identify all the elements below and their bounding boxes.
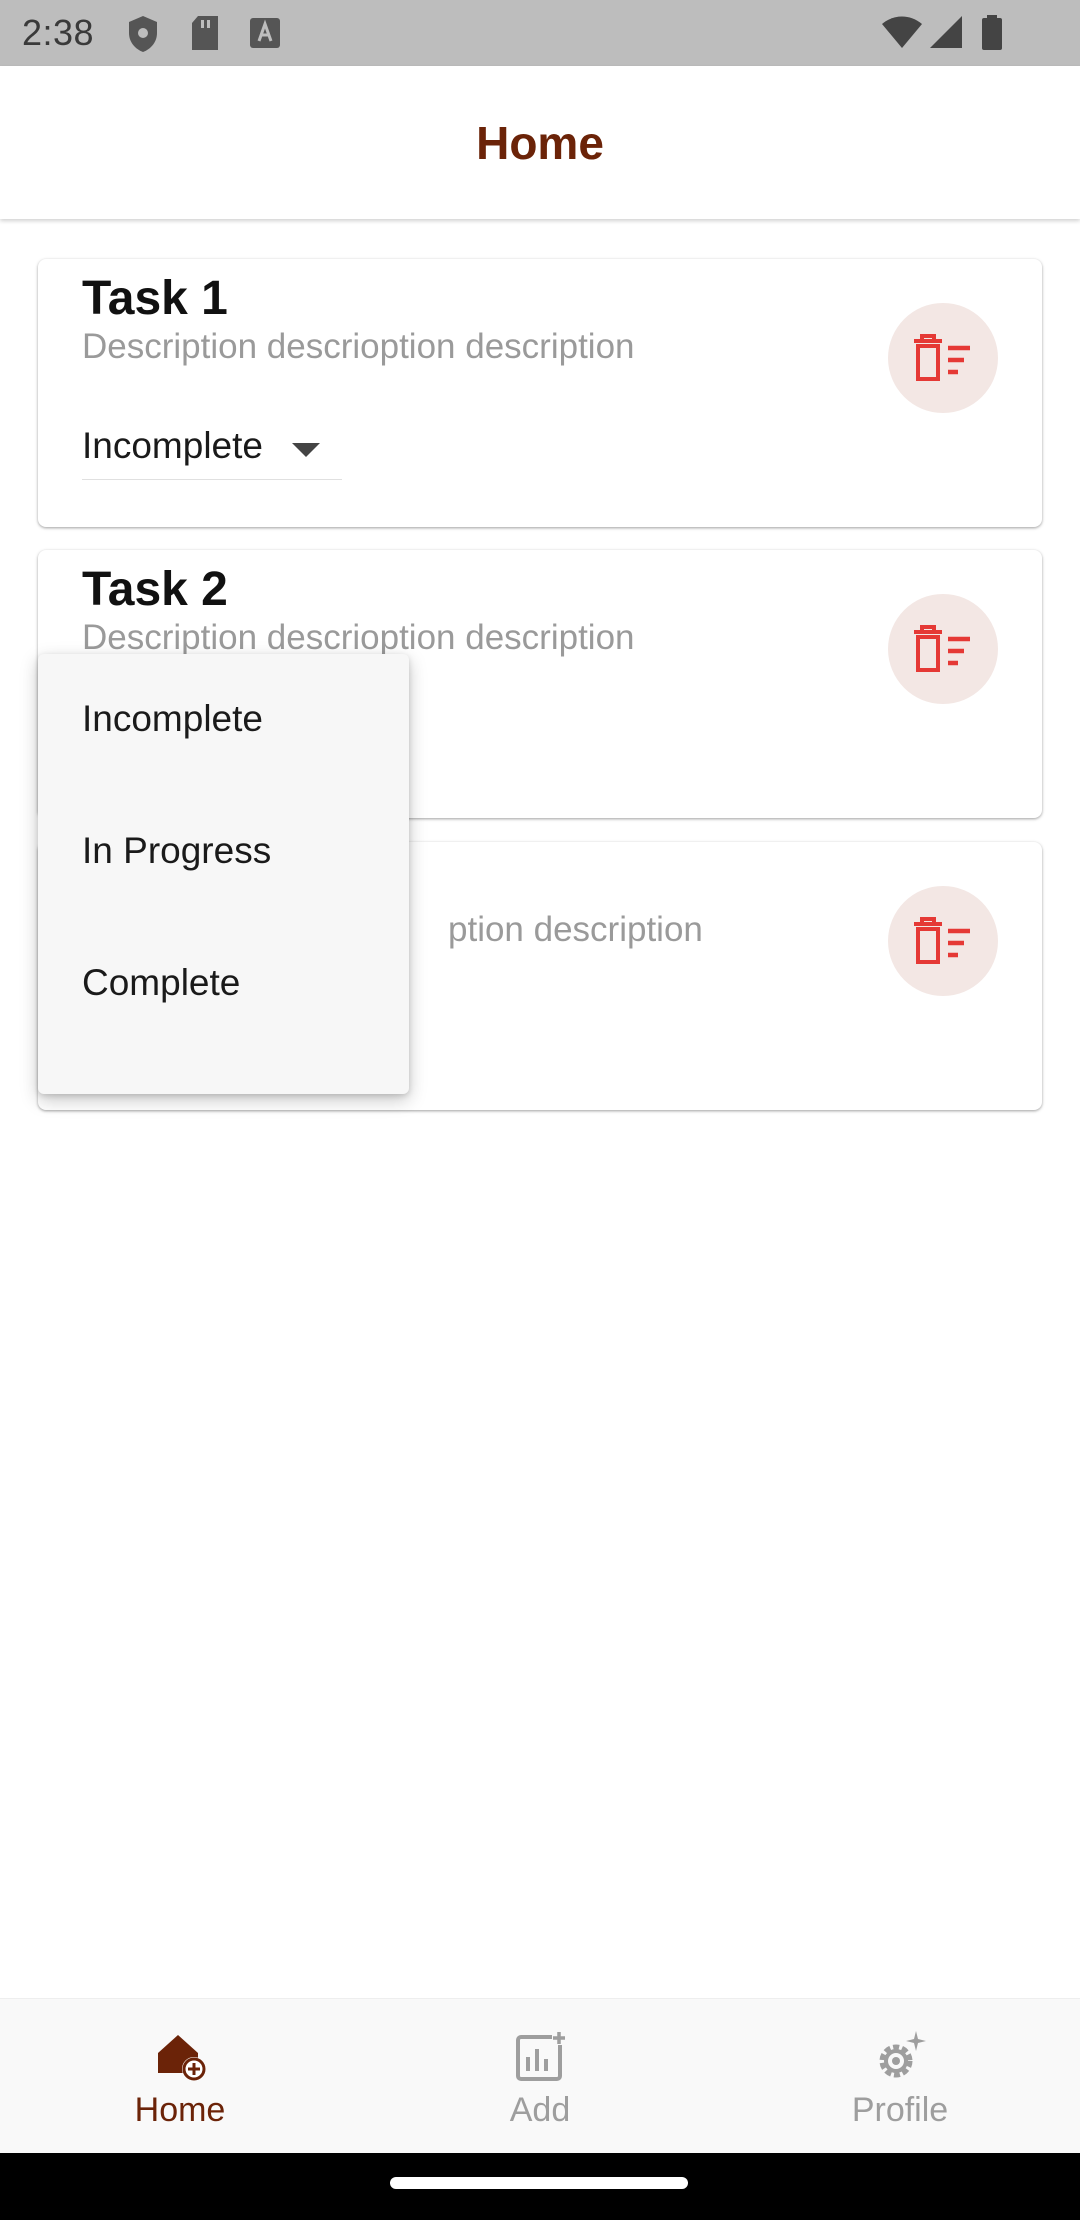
nav-label: Home bbox=[134, 2091, 226, 2129]
task-description: Description descrioption description bbox=[82, 618, 635, 657]
menu-item-in-progress[interactable]: In Progress bbox=[38, 786, 409, 918]
signal-icon bbox=[928, 14, 964, 55]
nav-item-add[interactable]: Add bbox=[360, 1999, 720, 2154]
status-dropdown[interactable]: Incomplete bbox=[82, 417, 342, 480]
delete-task-button[interactable] bbox=[888, 886, 998, 996]
task-title: Task 1 bbox=[82, 272, 228, 325]
home-gesture-handle[interactable] bbox=[390, 2177, 688, 2189]
gesture-bar bbox=[0, 2153, 1080, 2220]
delete-sweep-icon bbox=[914, 334, 970, 381]
dropdown-arrow-icon bbox=[292, 443, 320, 457]
status-dropdown-menu: Incomplete In Progress Complete bbox=[38, 654, 409, 1094]
sd-card-icon bbox=[190, 14, 220, 57]
chart-add-icon bbox=[516, 2031, 566, 2081]
shield-icon bbox=[126, 14, 160, 59]
menu-item-incomplete[interactable]: Incomplete bbox=[38, 654, 409, 786]
app-bar: Home bbox=[0, 66, 1080, 219]
nav-label: Profile bbox=[851, 2091, 949, 2129]
status-dropdown-value: Incomplete bbox=[82, 425, 263, 466]
status-bar: 2:38 bbox=[0, 0, 1080, 66]
delete-sweep-icon bbox=[914, 917, 970, 964]
home-add-icon bbox=[158, 2035, 206, 2081]
battery-icon bbox=[980, 14, 1004, 57]
settings-sparkle-icon bbox=[879, 2031, 926, 2078]
delete-task-button[interactable] bbox=[888, 594, 998, 704]
menu-item-label: Complete bbox=[82, 962, 241, 1003]
screen: 2:38 Home Task 1 Description descrioptio… bbox=[0, 0, 1080, 2220]
page-title: Home bbox=[476, 117, 604, 169]
menu-item-label: In Progress bbox=[82, 830, 272, 871]
menu-item-label: Incomplete bbox=[82, 698, 263, 739]
delete-sweep-icon bbox=[914, 625, 970, 672]
nav-item-home[interactable]: Home bbox=[0, 1999, 360, 2154]
status-time: 2:38 bbox=[22, 12, 95, 53]
menu-item-complete[interactable]: Complete bbox=[38, 918, 409, 1050]
nav-label: Add bbox=[509, 2091, 571, 2129]
task-title: Task 2 bbox=[82, 563, 228, 616]
task-card: Task 1 Description descrioption descript… bbox=[38, 259, 1042, 527]
bottom-nav: Home Add Profile bbox=[0, 1998, 1080, 2154]
delete-task-button[interactable] bbox=[888, 303, 998, 413]
keyboard-a-icon bbox=[248, 14, 282, 57]
wifi-icon bbox=[880, 14, 924, 55]
task-description: Description descrioption description bbox=[82, 327, 635, 366]
task-description: ption description bbox=[448, 910, 703, 949]
nav-item-profile[interactable]: Profile bbox=[720, 1999, 1080, 2154]
